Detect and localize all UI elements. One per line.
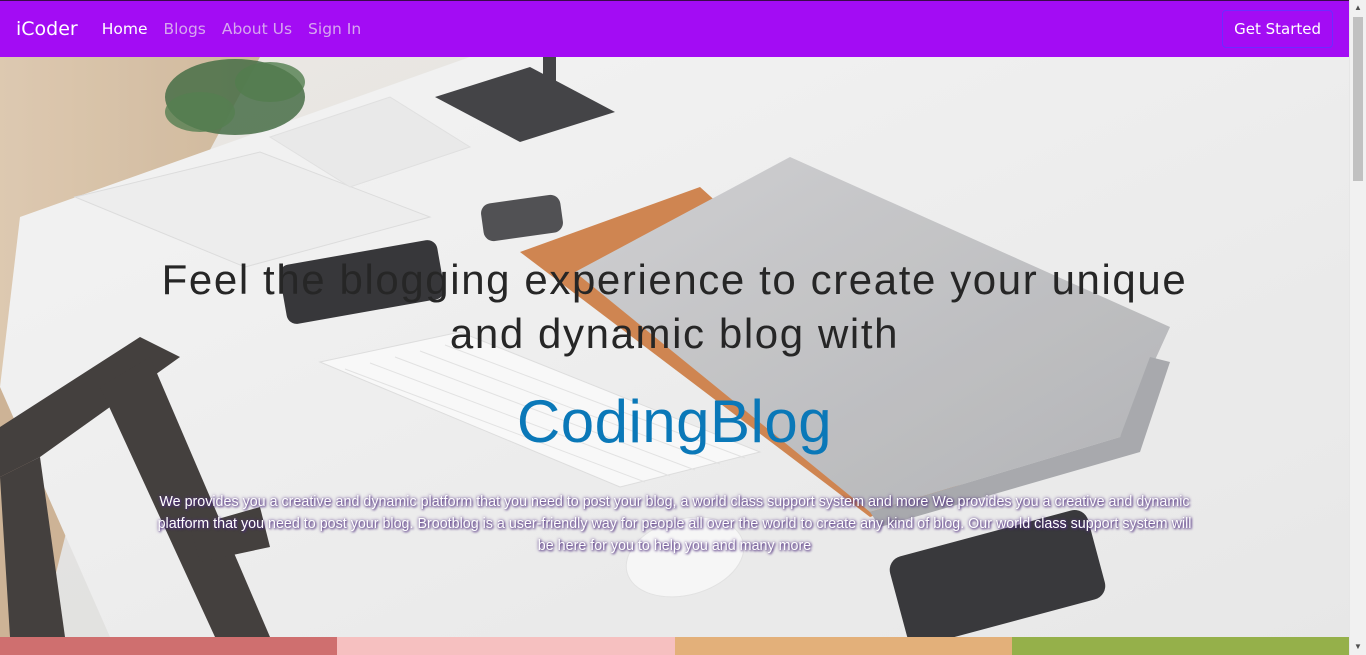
hero-text-block: Feel the blogging experience to create y… <box>0 57 1349 637</box>
scrollbar-thumb[interactable] <box>1353 17 1363 181</box>
color-strip-segment <box>674 637 1012 655</box>
color-strip-segment <box>1011 637 1349 655</box>
navbar: iCoder Home Blogs About Us Sign In Get S… <box>0 0 1349 57</box>
color-strip-segment <box>337 637 675 655</box>
hero-section: Feel the blogging experience to create y… <box>0 57 1349 637</box>
hero-headline: Feel the blogging experience to create y… <box>161 256 1188 357</box>
nav-link-blogs[interactable]: Blogs <box>164 20 206 38</box>
brand-logo[interactable]: iCoder <box>16 18 78 40</box>
page: iCoder Home Blogs About Us Sign In Get S… <box>0 0 1366 655</box>
scroll-down-arrow-icon[interactable]: ▼ <box>1350 639 1366 655</box>
color-strip-segment <box>0 637 338 655</box>
nav-link-about-us[interactable]: About Us <box>222 20 292 38</box>
hero-brand-name: CodingBlog <box>516 388 833 455</box>
scroll-up-arrow-icon[interactable]: ▲ <box>1350 0 1366 16</box>
hero-tagline: We provides you a creative and dynamic p… <box>157 494 1192 554</box>
vertical-scrollbar[interactable]: ▲ ▼ <box>1349 0 1366 655</box>
nav-link-sign-in[interactable]: Sign In <box>308 20 361 38</box>
color-strip <box>0 637 1349 655</box>
nav-link-home[interactable]: Home <box>102 20 148 38</box>
get-started-button[interactable]: Get Started <box>1222 10 1333 48</box>
